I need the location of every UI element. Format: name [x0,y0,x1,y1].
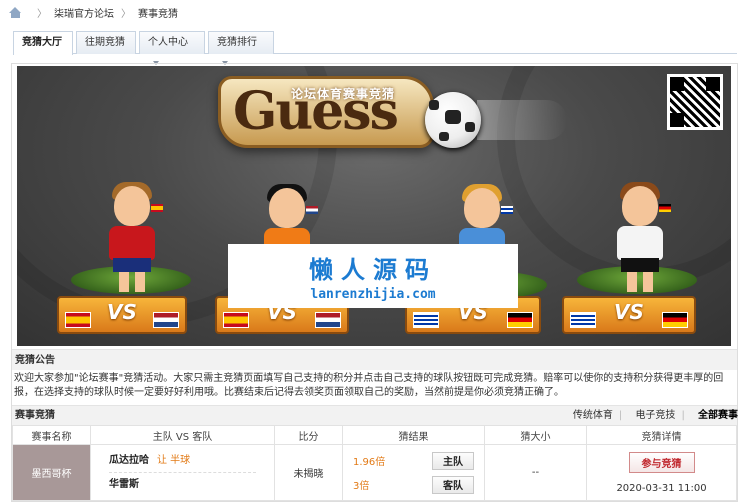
home-icon[interactable] [9,6,22,18]
col-teams: 主队 VS 客队 [90,425,275,445]
flag-netherlands-icon [153,312,179,328]
breadcrumb-guess[interactable]: 赛事竞猜 [138,5,178,20]
home-team-row: 瓜达拉哈让 半球 [109,449,256,473]
detail-cell: 参与竞猜 2020-03-31 11:00 [586,444,737,501]
notice-text: 欢迎大家参加"论坛赛事"竞猜活动。大家只需主竞猜页面填写自己支持的积分并点击自己… [14,373,724,398]
vs-label: VS [614,300,644,324]
home-odds: 1.96倍 [353,457,386,468]
tab-label: 个人中心 [148,37,188,48]
away-team: 华雷斯 [109,478,139,490]
vs-plate-4: VS [562,296,696,334]
home-team: 瓜达拉哈 [109,454,149,466]
filter-esports[interactable]: 电子竞技 [635,410,675,421]
league-name: 墨西哥杯 [12,444,91,501]
size-value: -- [484,444,587,501]
player-germany [605,182,675,296]
tab-guess-hall[interactable]: 竞猜大厅 [13,31,73,55]
ball-trail [477,100,567,140]
soccer-ball-icon [425,92,481,148]
teams-cell: 瓜达拉哈让 半球 华雷斯 [90,444,275,501]
filter-all[interactable]: 全部赛事 [698,410,738,421]
player-spain [97,182,167,296]
flag-spain-icon [65,312,91,328]
breadcrumb: 〉 柒瑞官方论坛 〉 赛事竞猜 [0,0,750,24]
chevron-right-icon: 〉 [121,8,131,20]
flag-spain-icon [223,312,249,328]
tab-guess-ranking[interactable]: 竞猜排行 [208,31,274,65]
score: 未揭晓 [274,444,343,501]
breadcrumb-forum[interactable]: 柒瑞官方论坛 [54,5,114,20]
flag-netherlands-icon [315,312,341,328]
away-team-row: 华雷斯 [109,473,256,497]
table-header-row: 赛事名称 主队 VS 客队 比分 猜结果 猜大小 竞猜详情 [12,425,737,445]
logo-subtitle: 论坛体育赛事竞猜 [291,87,396,101]
col-size: 猜大小 [484,425,587,445]
col-league: 赛事名称 [12,425,91,445]
away-odds-row: 3倍 客队 [353,473,474,497]
tab-bar: 竞猜大厅 往期竞猜 个人中心 竞猜排行 [13,31,737,65]
watermark-en: lanrenzhijia.com [310,287,436,302]
match-filters: 传统体育 | 电子竞技 | 全部赛事 [572,410,738,421]
col-detail: 竞猜详情 [586,425,737,445]
vs-plate-1: VS [57,296,187,334]
col-result: 猜结果 [342,425,485,445]
tab-personal-center[interactable]: 个人中心 [139,31,205,65]
bet-away-button[interactable]: 客队 [432,475,474,494]
odds-cell: 1.96倍 主队 3倍 客队 [342,444,485,501]
watermark-overlay: 懒人源码 lanrenzhijia.com [228,244,518,308]
guess-logo: Guess 论坛体育赛事竞猜 [218,76,434,148]
handicap: 让 半球 [157,454,191,466]
away-odds: 3倍 [353,481,370,492]
chevron-right-icon: 〉 [37,8,47,20]
qr-code [667,74,723,130]
join-guess-button[interactable]: 参与竞猜 [628,451,695,473]
flag-germany-icon [507,312,533,328]
notice-title: 竞猜公告 [12,349,737,370]
match-date: 2020-03-31 11:00 [616,482,707,494]
tab-label: 往期竞猜 [85,37,125,48]
filter-traditional[interactable]: 传统体育 [573,410,613,421]
flag-uruguay-icon [413,312,439,328]
tab-label: 竞猜排行 [217,37,257,48]
flag-germany-icon [662,312,688,328]
tab-past-guesses[interactable]: 往期竞猜 [76,31,136,54]
watermark-cn: 懒人源码 [309,256,437,284]
table-row: 墨西哥杯 瓜达拉哈让 半球 华雷斯 未揭晓 1.96倍 主队 3倍 客队 -- … [12,444,737,501]
matches-table: 赛事名称 主队 VS 客队 比分 猜结果 猜大小 竞猜详情 墨西哥杯 瓜达拉哈让… [12,425,737,501]
vs-label: VS [107,300,137,324]
tab-label: 竞猜大厅 [22,37,62,48]
home-odds-row: 1.96倍 主队 [353,449,474,473]
col-score: 比分 [274,425,343,445]
bet-home-button[interactable]: 主队 [432,451,474,470]
flag-uruguay-icon [570,312,596,328]
